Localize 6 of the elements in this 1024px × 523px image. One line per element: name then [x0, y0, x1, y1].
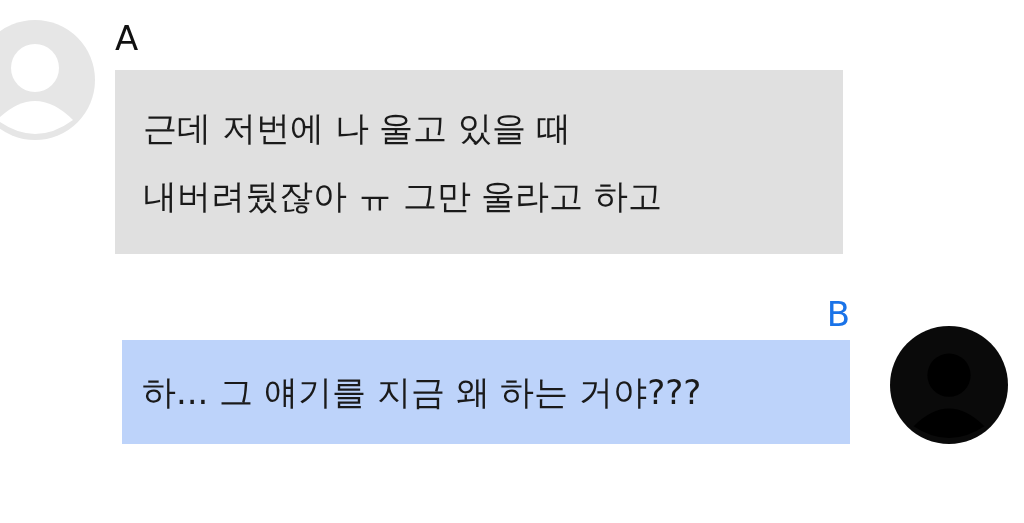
avatar-icon — [890, 326, 1008, 444]
message-bubble: 하... 그 얘기를 지금 왜 하는 거야??? — [122, 340, 850, 444]
message-bubble: 근데 저번에 나 울고 있을 때 내버려뒀잖아 ㅠ 그만 울라고 하고 — [115, 70, 843, 254]
sender-name: B — [826, 294, 850, 334]
sender-name: A — [115, 18, 140, 58]
avatar-icon — [0, 20, 95, 140]
